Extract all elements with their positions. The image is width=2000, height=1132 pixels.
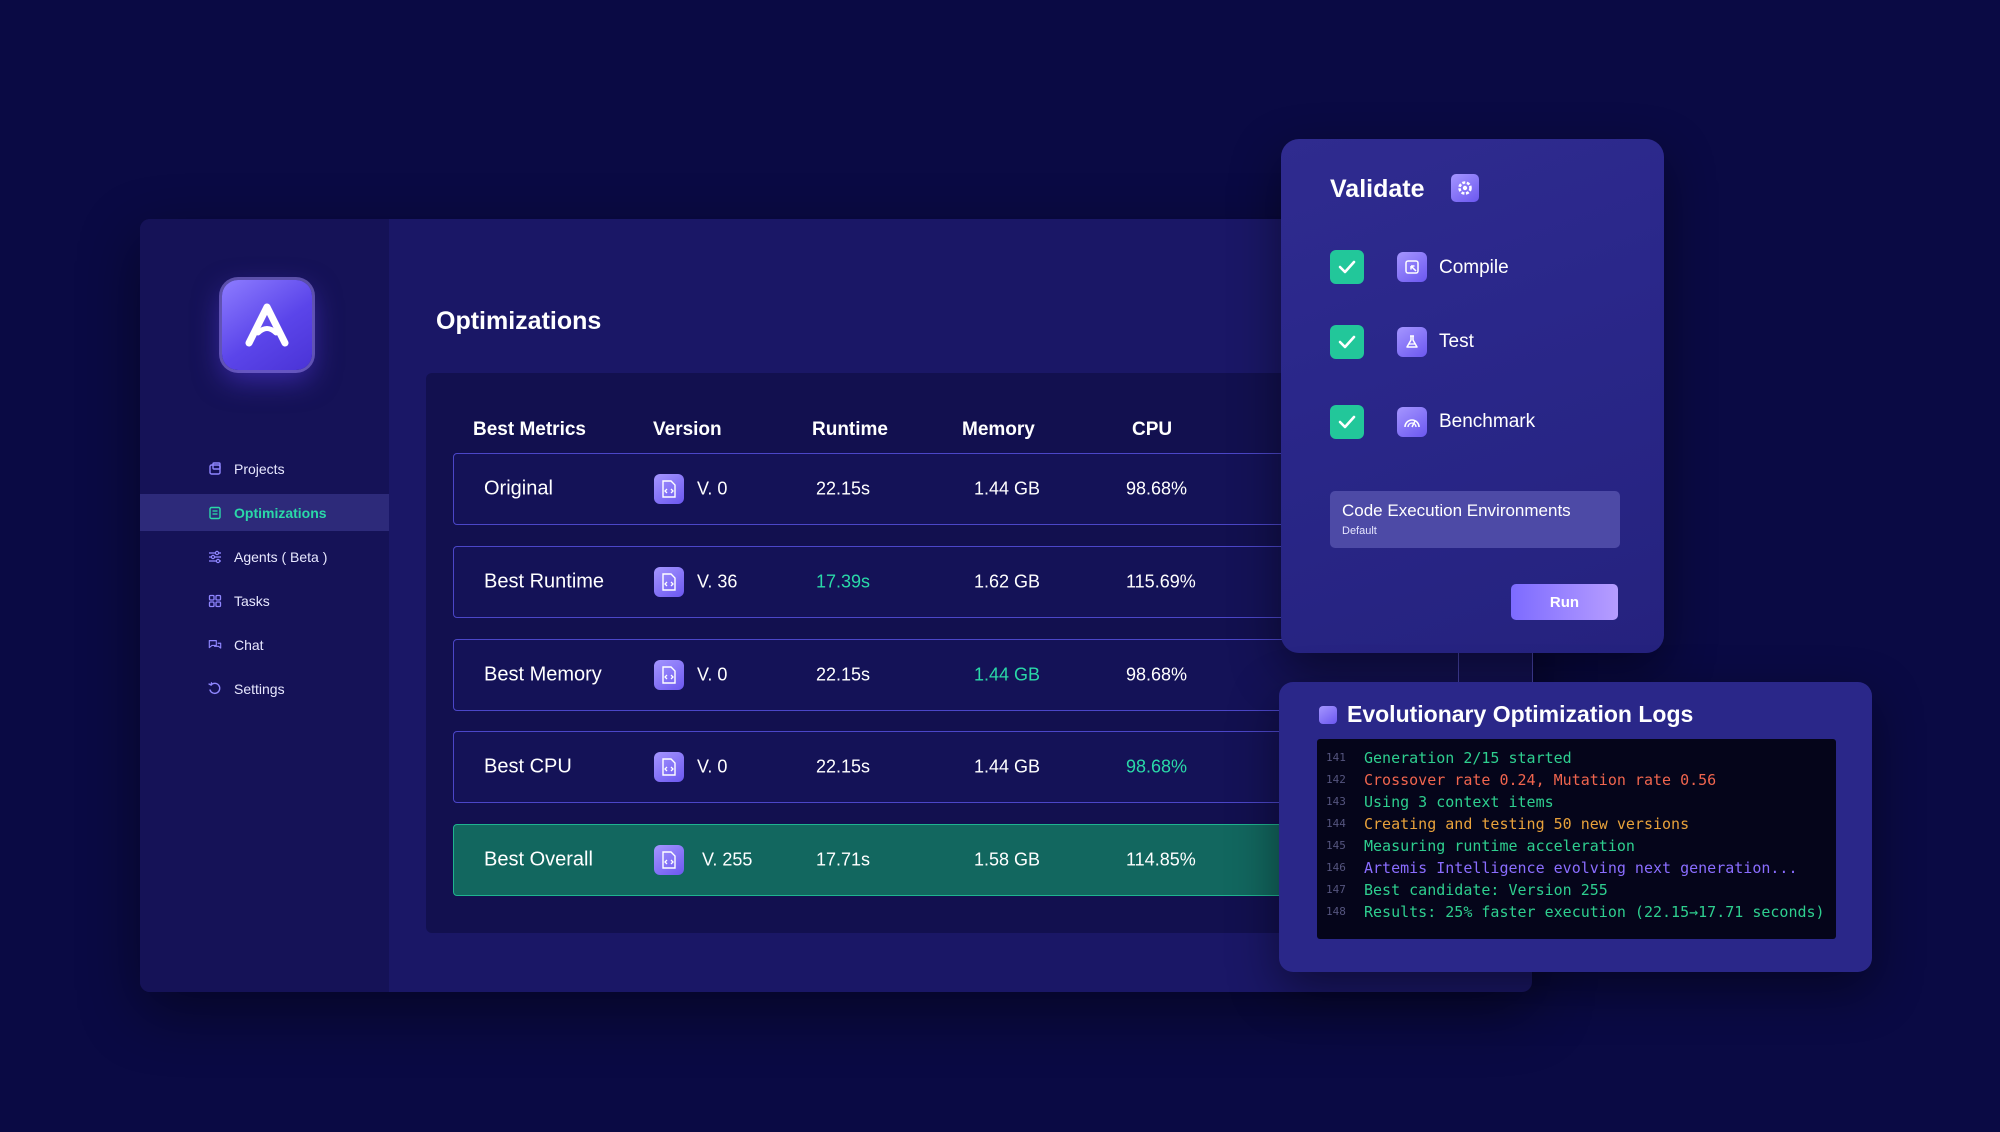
log-line-number: 147 xyxy=(1326,883,1346,896)
row-runtime: 22.15s xyxy=(816,478,871,499)
row-version: V. 255 xyxy=(702,849,753,870)
log-text: Best candidate: Version 255 xyxy=(1364,881,1608,899)
log-text: Results: 25% faster execution (22.15→17.… xyxy=(1364,903,1825,921)
row-version: V. 0 xyxy=(697,478,728,499)
row-version: V. 36 xyxy=(697,571,738,592)
log-text: Measuring runtime acceleration xyxy=(1364,837,1635,855)
log-text: Artemis Intelligence evolving next gener… xyxy=(1364,859,1798,877)
sidebar: Projects Optimizations Agents ( Beta ) T… xyxy=(140,219,389,992)
row-name: Best Overall xyxy=(484,848,593,871)
execution-environment-select[interactable]: Code Execution Environments Default xyxy=(1330,491,1620,548)
row-version: V. 0 xyxy=(697,664,728,685)
sidebar-item-agents[interactable]: Agents ( Beta ) xyxy=(140,538,389,575)
code-file-icon xyxy=(654,474,684,504)
code-file-icon xyxy=(654,660,684,690)
log-terminal[interactable]: 141 Generation 2/15 started 142 Crossove… xyxy=(1317,739,1836,939)
validate-panel: Validate Compile Test Benchmark Code Exe… xyxy=(1281,139,1664,653)
agents-icon xyxy=(208,550,222,564)
row-version: V. 0 xyxy=(697,756,728,777)
connector-line xyxy=(1458,652,1459,682)
step-label-test: Test xyxy=(1439,331,1474,352)
row-name: Best Runtime xyxy=(484,570,605,593)
row-memory: 1.44 GB xyxy=(974,756,1041,777)
logs-title: Evolutionary Optimization Logs xyxy=(1347,701,1694,727)
sidebar-item-label: Agents ( Beta ) xyxy=(234,548,328,565)
column-header-runtime: Runtime xyxy=(812,419,888,440)
row-memory: 1.62 GB xyxy=(974,571,1041,592)
benchmark-check[interactable] xyxy=(1330,405,1364,439)
app-logo[interactable] xyxy=(222,280,312,370)
log-line-number: 146 xyxy=(1326,861,1346,874)
sidebar-item-label: Projects xyxy=(234,460,285,477)
checkmark-icon xyxy=(1338,335,1356,349)
connector-line xyxy=(1532,652,1533,682)
run-button[interactable]: Run xyxy=(1511,584,1618,620)
checkmark-icon xyxy=(1338,415,1356,429)
compile-icon xyxy=(1397,252,1427,282)
row-runtime: 17.71s xyxy=(816,849,871,870)
log-line-number: 144 xyxy=(1326,817,1346,830)
settings-icon xyxy=(208,681,222,696)
gear-icon[interactable] xyxy=(1451,174,1479,202)
logo-a-icon xyxy=(245,303,289,347)
code-file-icon xyxy=(654,845,684,875)
flask-icon xyxy=(1397,327,1427,357)
sidebar-item-optimizations[interactable]: Optimizations xyxy=(140,494,389,531)
row-cpu: 98.68% xyxy=(1126,756,1188,777)
log-text: Creating and testing 50 new versions xyxy=(1364,815,1690,833)
checkmark-icon xyxy=(1338,260,1356,274)
column-header-memory: Memory xyxy=(962,419,1035,440)
row-memory: 1.44 GB xyxy=(974,664,1041,685)
gauge-icon xyxy=(1397,407,1427,437)
row-memory: 1.44 GB xyxy=(974,478,1041,499)
log-line-number: 141 xyxy=(1326,751,1346,764)
row-cpu: 98.68% xyxy=(1126,664,1188,685)
step-label-compile: Compile xyxy=(1439,257,1509,278)
column-header-cpu: CPU xyxy=(1132,419,1173,440)
log-line-number: 145 xyxy=(1326,839,1346,852)
row-runtime: 22.15s xyxy=(816,664,871,685)
environment-label: Code Execution Environments xyxy=(1342,501,1571,520)
row-runtime: 22.15s xyxy=(816,756,871,777)
row-name: Best Memory xyxy=(484,663,602,686)
log-line-number: 143 xyxy=(1326,795,1346,808)
row-memory: 1.58 GB xyxy=(974,849,1041,870)
row-cpu: 114.85% xyxy=(1126,849,1196,870)
tasks-icon xyxy=(208,594,222,608)
row-name: Best CPU xyxy=(484,755,572,778)
logs-icon xyxy=(1319,706,1337,724)
log-line-number: 142 xyxy=(1326,773,1346,786)
step-label-benchmark: Benchmark xyxy=(1439,411,1536,432)
projects-icon xyxy=(208,461,222,476)
environment-value: Default xyxy=(1342,525,1377,537)
validate-title: Validate xyxy=(1330,175,1425,203)
sidebar-item-chat[interactable]: Chat xyxy=(140,626,389,663)
log-text: Using 3 context items xyxy=(1364,793,1554,811)
page-title: Optimizations xyxy=(436,307,602,335)
row-cpu: 98.68% xyxy=(1126,478,1188,499)
optimizations-icon xyxy=(208,506,222,520)
row-runtime: 17.39s xyxy=(816,571,871,592)
logs-panel: Evolutionary Optimization Logs 141 Gener… xyxy=(1279,682,1872,972)
compile-check[interactable] xyxy=(1330,250,1364,284)
sidebar-item-label: Tasks xyxy=(234,592,270,609)
code-file-icon xyxy=(654,752,684,782)
sidebar-item-label: Chat xyxy=(234,636,264,653)
sidebar-item-settings[interactable]: Settings xyxy=(140,670,389,707)
sidebar-item-projects[interactable]: Projects xyxy=(140,450,389,487)
test-check[interactable] xyxy=(1330,325,1364,359)
column-header-version: Version xyxy=(653,419,722,440)
column-header-best-metrics: Best Metrics xyxy=(473,419,586,440)
row-name: Original xyxy=(484,477,553,500)
sidebar-item-label: Settings xyxy=(234,680,285,697)
sidebar-item-tasks[interactable]: Tasks xyxy=(140,582,389,619)
sidebar-item-label: Optimizations xyxy=(234,504,327,521)
row-cpu: 115.69% xyxy=(1126,571,1196,592)
log-text: Crossover rate 0.24, Mutation rate 0.56 xyxy=(1364,771,1717,789)
chat-icon xyxy=(208,638,222,652)
log-line-number: 148 xyxy=(1326,905,1346,918)
log-text: Generation 2/15 started xyxy=(1364,749,1572,767)
code-file-icon xyxy=(654,567,684,597)
